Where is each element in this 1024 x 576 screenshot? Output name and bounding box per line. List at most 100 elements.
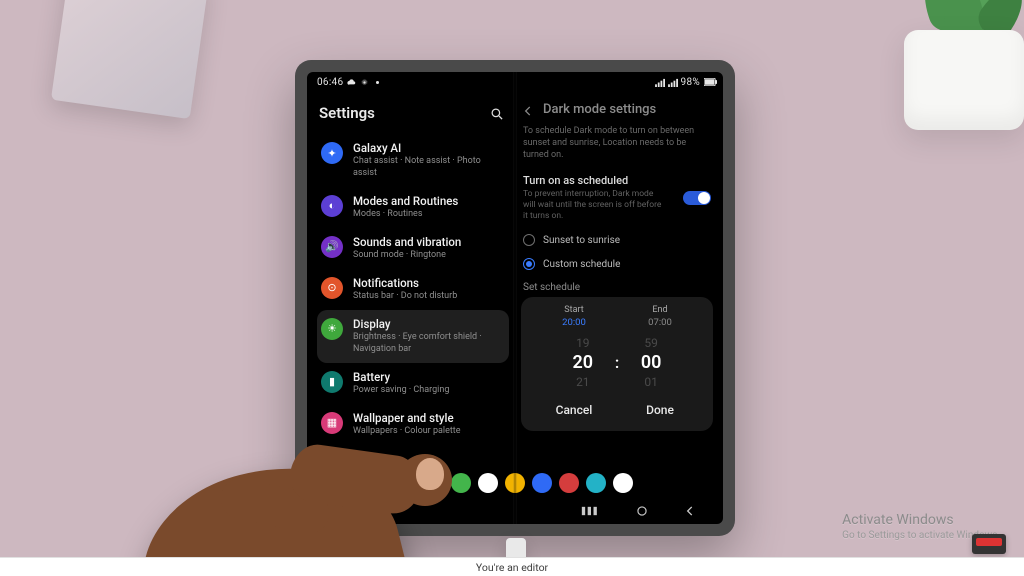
schedule-box: Start 20:00 End 07:00 19 20 [521,297,713,431]
settings-row-icon: ▦ [321,412,343,434]
radio-icon [523,234,535,246]
settings-row[interactable]: ▮BatteryPower saving · Charging [317,363,509,404]
min-next: 01 [644,375,658,389]
settings-row[interactable]: ☀DisplayBrightness · Eye comfort shield … [317,310,509,363]
radio-sunset[interactable]: Sunset to sunrise [521,228,713,252]
settings-row-icon: ◐ [321,195,343,217]
settings-row[interactable]: ⊙ NotificationsStatus bar · Do not distur… [317,269,509,310]
end-value: 07:00 [617,317,703,328]
page-title: Settings [319,104,375,122]
hour-wheel[interactable]: 19 20 21 [557,336,609,389]
left-header: Settings [317,98,509,134]
settings-row-sub: Brightness · Eye comfort shield · Naviga… [353,332,505,355]
dot-icon [373,78,382,87]
start-value: 20:00 [531,317,617,328]
settings-row[interactable]: ✦Galaxy AIChat assist · Note assist · Ph… [317,134,509,187]
dock-app[interactable] [397,473,417,493]
dock-app[interactable] [532,473,552,493]
plant-prop [884,0,1024,130]
recents-icon [581,506,601,516]
cancel-button[interactable]: Cancel [531,399,617,421]
search-button[interactable] [485,102,507,124]
settings-list[interactable]: ✦Galaxy AIChat assist · Note assist · Ph… [317,134,509,468]
nav-home[interactable] [635,504,649,518]
dock-app[interactable] [559,473,579,493]
radio-sunset-label: Sunset to sunrise [543,235,620,246]
help-text: To schedule Dark mode to turn on between… [521,125,713,171]
settings-row[interactable]: ▦ Wallpaper and styleWallpapers · Colour … [317,404,509,445]
settings-row[interactable]: ◐ Modes and RoutinesModes · Routines [317,187,509,228]
left-pane: Settings ✦Galaxy AIChat assist · Note as… [307,92,515,468]
done-button[interactable]: Done [617,399,703,421]
dock-app[interactable] [478,473,498,493]
signal-icon [655,78,664,87]
settings-row-title: Wallpaper and style [353,411,461,425]
dock-app[interactable] [613,473,633,493]
settings-row-title: Battery [353,370,449,384]
toggle-switch[interactable] [683,191,711,205]
hour-next: 21 [576,375,590,389]
device-frame: 06:46 [295,60,735,536]
nav-recents[interactable] [581,506,601,516]
dock-app[interactable] [451,473,471,493]
time-colon: : [615,353,619,372]
hour-prev: 19 [576,336,590,350]
settings-row-sub: Chat assist · Note assist · Photo assist [353,156,505,179]
dock-app[interactable] [586,473,606,493]
settings-row[interactable]: ⬚ rs · Icons [317,445,509,468]
end-caption: End [617,305,703,315]
settings-row-sub: Wallpapers · Colour palette [353,426,461,438]
radio-custom-label: Custom schedule [543,259,620,270]
chevron-left-icon [521,104,535,118]
settings-row-sub: Power saving · Charging [353,385,449,397]
min-prev: 59 [644,336,658,350]
schedule-end[interactable]: End 07:00 [617,305,703,328]
status-time: 06:46 [317,77,343,88]
screen: 06:46 [307,72,723,524]
settings-row-title: Modes and Routines [353,194,458,208]
toggle-title: Turn on as scheduled [523,174,663,188]
nav-bar [307,498,723,524]
back-button[interactable] [521,103,535,117]
settings-row-title: Display [353,317,505,331]
nav-back[interactable] [683,504,697,518]
radio-checked-icon [523,258,535,270]
hour-cur: 20 [573,352,594,373]
dock-app[interactable] [424,473,444,493]
minute-wheel[interactable]: 59 00 01 [625,336,677,389]
watermark-line1: Activate Windows [842,512,1000,530]
status-bar: 06:46 [307,72,723,92]
settings-row-sub: Status bar · Do not disturb [353,291,457,303]
settings-row-title: Notifications [353,276,457,290]
battery-icon [704,78,713,87]
cloud-icon [347,78,356,87]
right-header: Dark mode settings [521,98,713,125]
settings-row[interactable]: 🔊 Sounds and vibrationSound mode · Ringto… [317,228,509,269]
panes: Settings ✦Galaxy AIChat assist · Note as… [307,92,723,468]
stage: 06:46 [0,0,1024,576]
settings-row-title: Sounds and vibration [353,235,461,249]
toggle-sub: To prevent interruption, Dark mode will … [523,189,663,222]
footer-text: You're an editor [476,561,548,574]
settings-row-icon: 🔊 [321,236,343,258]
right-pane: Dark mode settings To schedule Dark mode… [515,92,723,468]
schedule-label: Set schedule [521,276,713,297]
settings-row-sub: Modes · Routines [353,209,458,221]
radio-custom[interactable]: Custom schedule [521,252,713,276]
schedule-start[interactable]: Start 20:00 [531,305,617,328]
schedule-toggle-row[interactable]: Turn on as scheduled To prevent interrup… [521,171,713,228]
time-picker[interactable]: 19 20 21 : 59 00 01 [531,336,703,389]
app-dock[interactable] [307,468,723,498]
glass-prop [51,0,209,119]
dock-app[interactable] [505,473,525,493]
settings-row-sub: rs · Icons [353,453,389,465]
min-cur: 00 [641,352,662,373]
footer-bar: You're an editor [0,557,1024,576]
settings-row-icon: ⊙ [321,277,343,299]
signal2-icon [668,78,677,87]
start-caption: Start [531,305,617,315]
settings-row-icon: ⬚ [321,453,343,468]
settings-row-sub: Sound mode · Ringtone [353,250,461,262]
right-title: Dark mode settings [543,102,656,117]
settings-row-title: Galaxy AI [353,141,505,155]
